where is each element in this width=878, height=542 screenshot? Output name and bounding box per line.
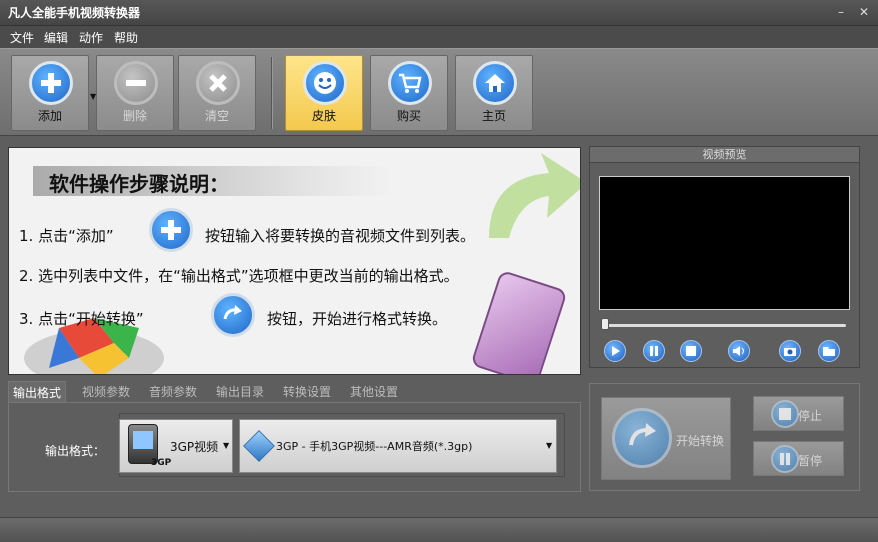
home-icon bbox=[473, 61, 517, 105]
start-convert-label: 开始转换 bbox=[676, 434, 725, 448]
stop-button[interactable] bbox=[680, 340, 702, 362]
video-preview-panel: 视频预览 bbox=[589, 146, 860, 368]
cart-icon bbox=[388, 61, 432, 105]
tab-video-params[interactable]: 视频参数 bbox=[78, 381, 134, 403]
cube-icon bbox=[243, 430, 275, 462]
window-title: 凡人全能手机视频转换器 bbox=[8, 6, 141, 20]
tab-output-dir[interactable]: 输出目录 bbox=[212, 381, 268, 403]
guide-heading: 软件操作步骤说明： bbox=[49, 172, 229, 196]
volume-icon[interactable] bbox=[728, 340, 750, 362]
close-x-icon bbox=[196, 61, 240, 105]
stop-convert-button[interactable]: 停止 bbox=[753, 396, 844, 431]
menu-file[interactable]: 文件 bbox=[10, 29, 34, 46]
pause-icon bbox=[771, 445, 799, 473]
delete-label: 删除 bbox=[122, 109, 147, 123]
home-label: 主页 bbox=[481, 109, 506, 123]
pause-label: 暂停 bbox=[798, 454, 823, 468]
arrow-decoration-icon bbox=[489, 153, 580, 238]
smiley-icon bbox=[303, 61, 347, 105]
step1-prefix: 1. 点击“添加” bbox=[19, 227, 114, 245]
status-bar bbox=[0, 517, 878, 542]
stop-label: 停止 bbox=[798, 409, 823, 423]
refresh-arrow-icon bbox=[211, 293, 255, 337]
add-button[interactable]: 添加 ▼ bbox=[11, 55, 96, 131]
step2-text: 2. 选中列表中文件，在“输出格式”选项框中更改当前的输出格式。 bbox=[19, 267, 459, 285]
step3-suffix: 按钮，开始进行格式转换。 bbox=[267, 310, 448, 328]
toolbar-separator bbox=[271, 57, 273, 129]
output-format-label: 输出格式： bbox=[45, 444, 106, 458]
title-bar: 凡人全能手机视频转换器 – ✕ bbox=[0, 0, 878, 26]
phone-decoration-icon bbox=[470, 269, 568, 374]
menu-edit[interactable]: 编辑 bbox=[44, 29, 68, 46]
skin-button[interactable]: 皮肤 bbox=[285, 55, 363, 131]
tab-convert-settings[interactable]: 转换设置 bbox=[279, 381, 335, 403]
toolbar: 添加 ▼ 删除 清空 皮肤 购买 主页 bbox=[0, 48, 878, 136]
seek-handle[interactable] bbox=[601, 318, 609, 330]
device-value: 3GP视频 bbox=[170, 440, 219, 454]
delete-button[interactable]: 删除 bbox=[96, 55, 174, 131]
format-value: 3GP - 手机3GP视频---AMR音频(*.3gp) bbox=[276, 440, 473, 453]
step3-prefix: 3. 点击“开始转换” bbox=[19, 310, 144, 328]
buy-button[interactable]: 购买 bbox=[370, 55, 448, 131]
close-button[interactable]: ✕ bbox=[857, 5, 871, 19]
home-button[interactable]: 主页 bbox=[455, 55, 533, 131]
clear-button[interactable]: 清空 bbox=[178, 55, 256, 131]
device-tag: 3GP bbox=[151, 458, 172, 468]
plus-icon bbox=[149, 208, 193, 252]
seek-bar[interactable] bbox=[604, 324, 846, 327]
plus-icon bbox=[29, 61, 73, 105]
format-select[interactable]: 3GP - 手机3GP视频---AMR音频(*.3gp) ▼ bbox=[239, 419, 557, 473]
add-label: 添加 bbox=[37, 109, 62, 123]
camera-icon[interactable] bbox=[779, 340, 801, 362]
tab-other-settings[interactable]: 其他设置 bbox=[346, 381, 402, 403]
tab-audio-params[interactable]: 音频参数 bbox=[145, 381, 201, 403]
step1-suffix: 按钮输入将要转换的音视频文件到列表。 bbox=[205, 227, 476, 245]
menu-help[interactable]: 帮助 bbox=[114, 29, 138, 46]
operation-guide-panel: 软件操作步骤说明： 1. 点击“添加” 按钮输入将要转换的音视频文件到列表。 2… bbox=[8, 147, 581, 375]
menu-action[interactable]: 动作 bbox=[79, 29, 103, 46]
device-select[interactable]: 3GP 3GP视频 ▼ bbox=[119, 419, 233, 473]
chevron-down-icon: ▼ bbox=[546, 441, 553, 450]
refresh-arrow-icon bbox=[612, 408, 672, 468]
skin-label: 皮肤 bbox=[311, 109, 336, 123]
minimize-button[interactable]: – bbox=[834, 5, 848, 19]
buy-label: 购买 bbox=[396, 109, 421, 123]
pause-convert-button[interactable]: 暂停 bbox=[753, 441, 844, 476]
pause-button[interactable] bbox=[643, 340, 665, 362]
folder-icon[interactable] bbox=[818, 340, 840, 362]
chevron-down-icon: ▼ bbox=[223, 441, 230, 450]
menu-bar: 文件 编辑 动作 帮助 bbox=[0, 26, 878, 48]
play-button[interactable] bbox=[604, 340, 626, 362]
video-screen bbox=[599, 176, 850, 310]
clear-label: 清空 bbox=[204, 109, 229, 123]
minus-icon bbox=[114, 61, 158, 105]
preview-title: 视频预览 bbox=[590, 147, 859, 163]
start-convert-button[interactable]: 开始转换 bbox=[601, 397, 731, 480]
stop-icon bbox=[771, 400, 799, 428]
tab-output-format[interactable]: 输出格式 bbox=[8, 381, 67, 403]
